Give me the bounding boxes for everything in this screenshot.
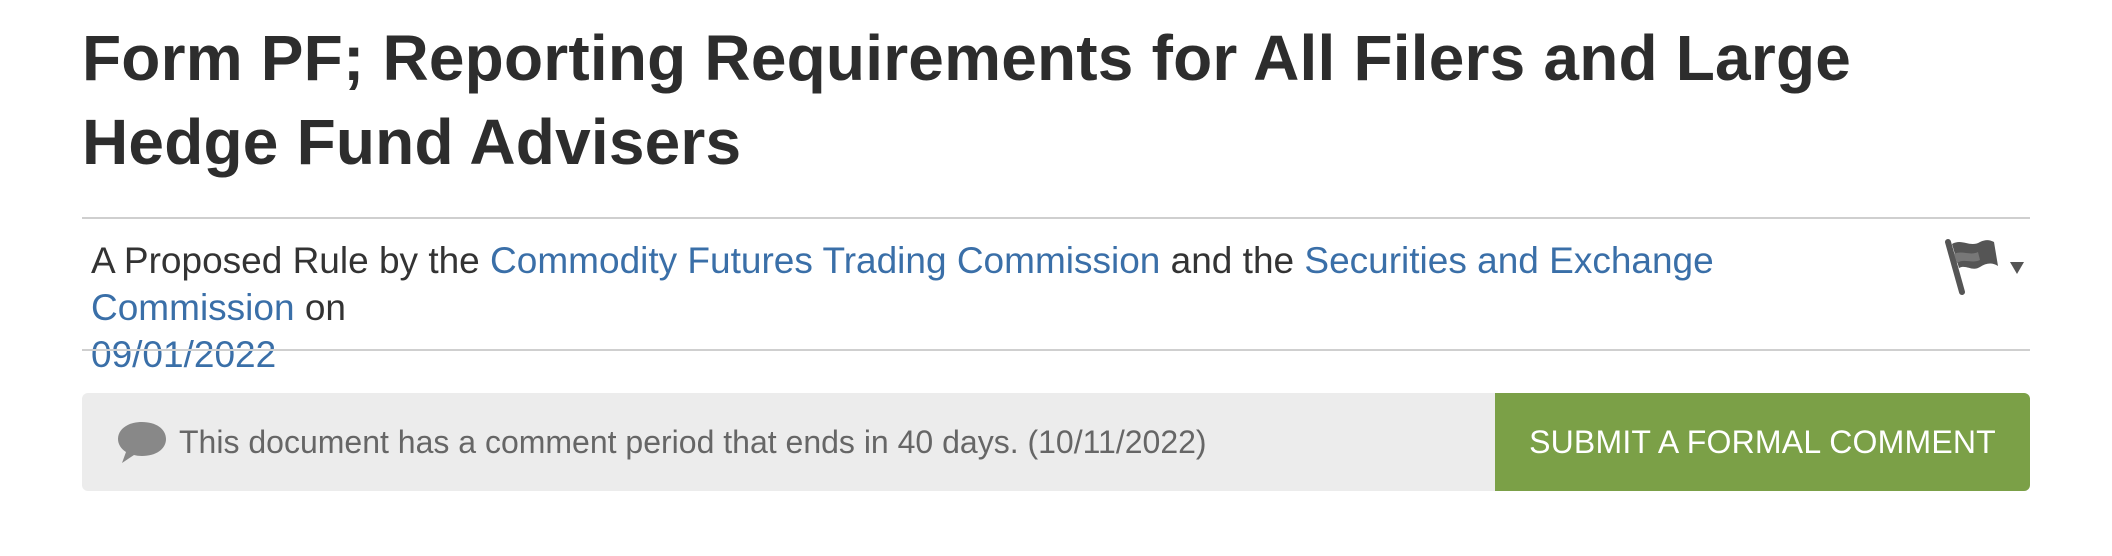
comment-period-banner: This document has a comment period that …: [82, 393, 2030, 491]
submit-formal-comment-button[interactable]: SUBMIT A FORMAL COMMENT: [1495, 393, 2030, 491]
publication-date-link[interactable]: 09/01/2022: [91, 334, 276, 375]
document-header: Form PF; Reporting Requirements for All …: [82, 0, 2030, 491]
divider-top: [82, 217, 2030, 219]
byline-connector: and the: [1160, 240, 1305, 281]
byline-on: on: [294, 287, 346, 328]
agency-link-cftc[interactable]: Commodity Futures Trading Commission: [490, 240, 1160, 281]
flag-icon: [1945, 239, 2024, 295]
document-byline: A Proposed Rule by the Commodity Futures…: [91, 237, 1871, 378]
speech-bubble-icon: [118, 422, 166, 463]
byline-prefix: A Proposed Rule by the: [91, 240, 491, 281]
divider-bottom: [82, 349, 2030, 351]
comment-period-text: This document has a comment period that …: [179, 424, 1207, 460]
page-title: Form PF; Reporting Requirements for All …: [82, 22, 1852, 178]
chevron-down-icon: [2010, 262, 2024, 274]
flag-menu-button[interactable]: [1940, 236, 2030, 296]
